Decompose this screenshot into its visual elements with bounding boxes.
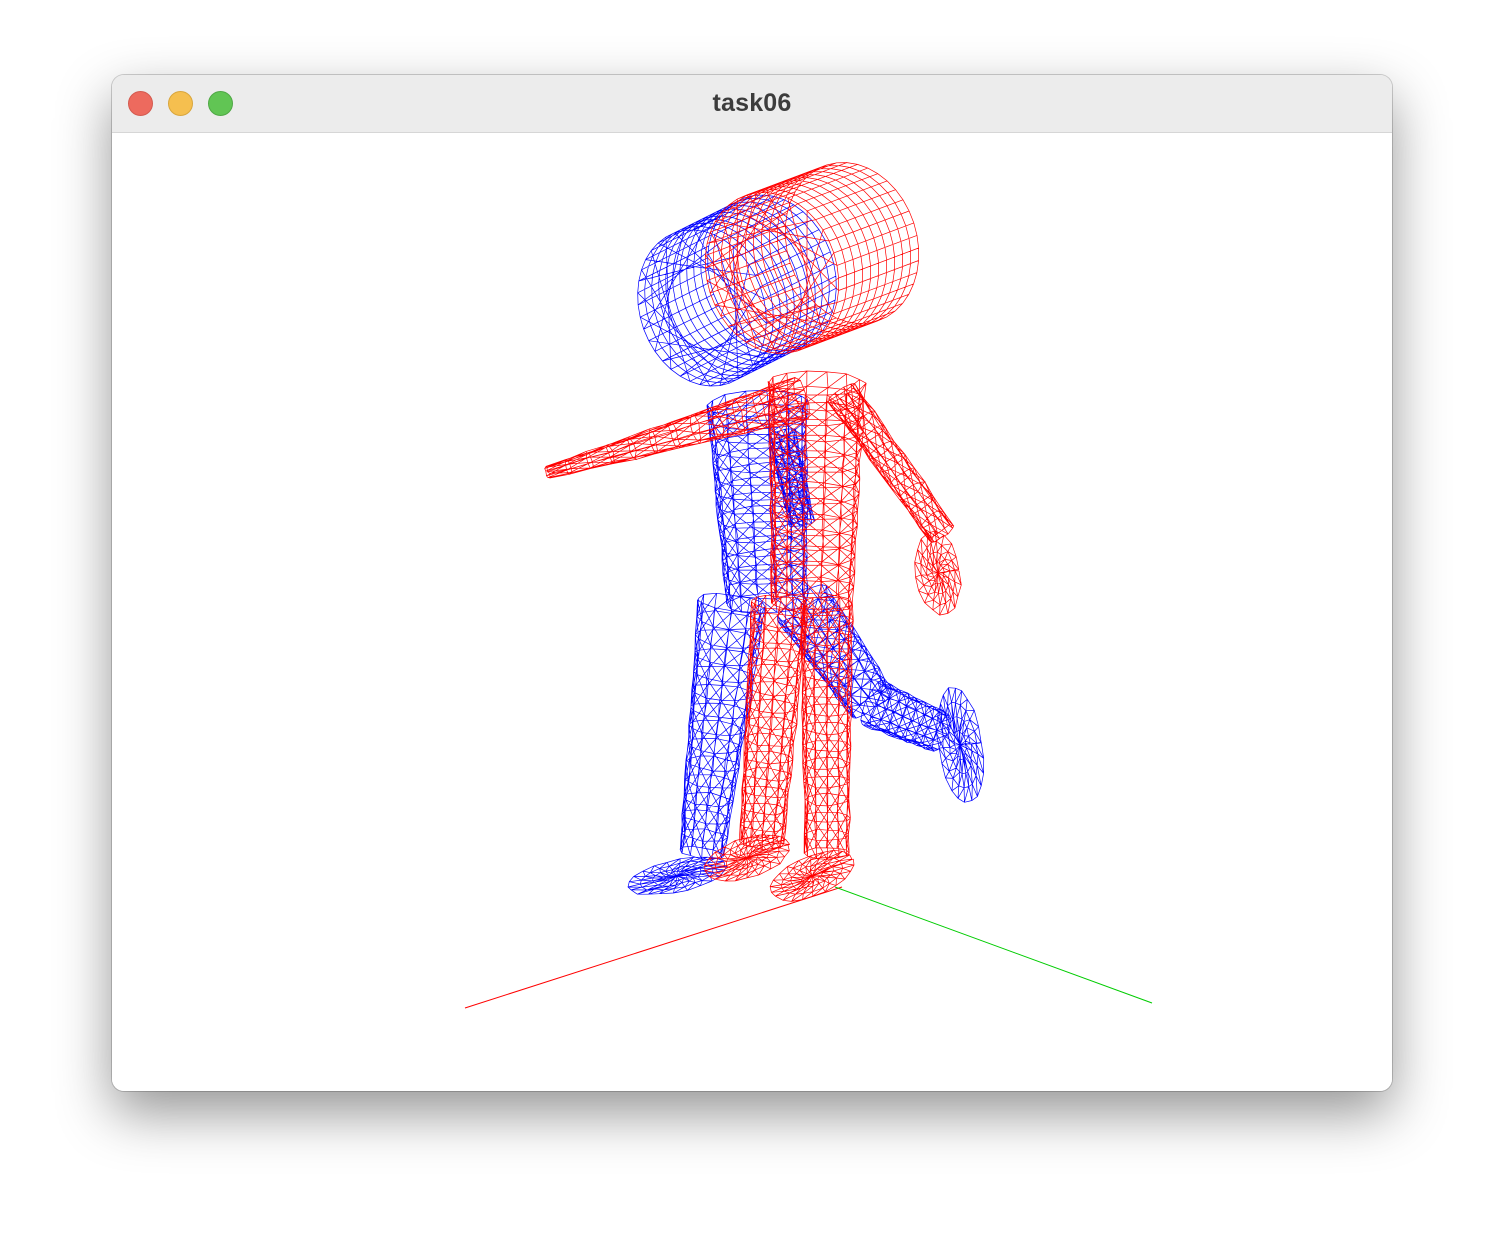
scene-canvas [464,162,1153,1009]
red-right-foot [769,849,855,902]
gl-viewport[interactable] [112,133,1392,1091]
red-left-foot [704,834,790,882]
title-bar[interactable]: task06 [112,75,1392,133]
red-right-hand [914,530,962,616]
blue-right-foot [935,687,985,803]
window-title: task06 [712,89,792,117]
axes-group [464,886,1153,1009]
red-head [705,162,919,354]
y-axis-line [834,886,1153,1004]
red-right-upper-arm [828,382,955,543]
app-window: task06 [112,75,1392,1091]
x-axis-line [464,886,843,1009]
